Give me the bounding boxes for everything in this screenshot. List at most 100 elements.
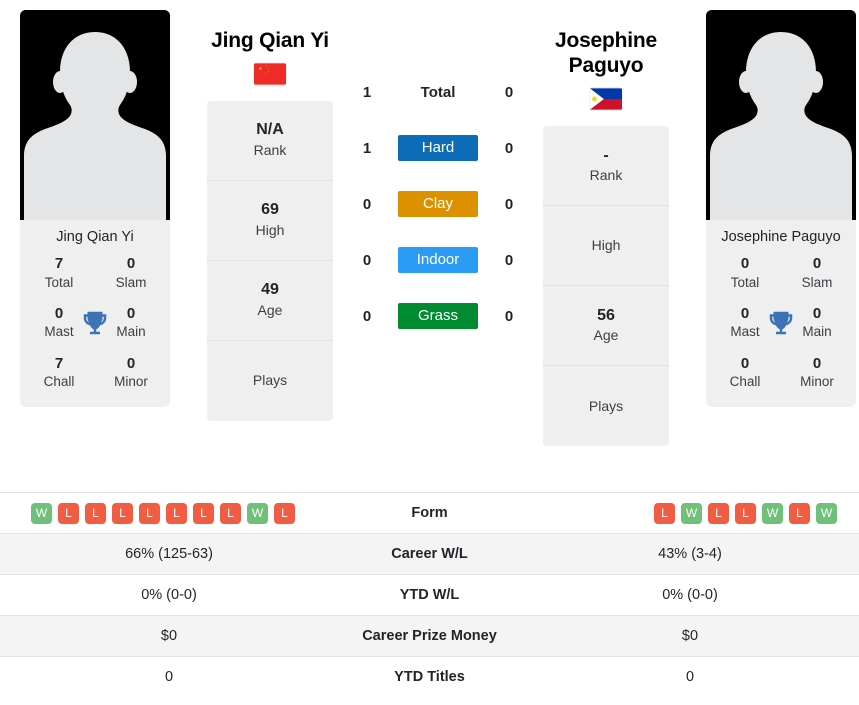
form-badge-loss[interactable]: L: [112, 502, 133, 524]
right-main-label: Main: [802, 324, 832, 340]
h2h-total-label: Total: [420, 83, 456, 101]
h2h-row-grass: 0 Grass 0: [352, 288, 524, 344]
right-main-titles: 0 Main: [788, 304, 846, 342]
left-age-label: Age: [257, 302, 283, 319]
right-player-summary: Josephine Paguyo - Rank High 56 Age Play…: [536, 10, 676, 447]
form-badge-loss[interactable]: L: [220, 502, 241, 524]
left-attr-age: 49 Age: [207, 261, 333, 342]
left-main-titles: 0 Main: [102, 304, 160, 342]
right-player-photo: [706, 10, 856, 220]
left-attributes-panel: N/A Rank 69 High 49 Age Plays: [207, 101, 333, 422]
right-attr-age: 56 Age: [543, 286, 669, 367]
table-row-career-prize-money: $0 Career Prize Money $0: [0, 615, 859, 657]
h2h-clay-left: 0: [362, 195, 372, 213]
left-rank-value: N/A: [256, 121, 284, 139]
left-career-prize-money: $0: [160, 628, 178, 644]
left-ytd-titles: 0: [164, 669, 174, 686]
china-flag: [254, 63, 286, 85]
right-slam-value: 0: [812, 255, 822, 273]
surface-badge-indoor[interactable]: Indoor: [398, 246, 478, 274]
table-row-ytd-wl: 0% (0-0) YTD W/L 0% (0-0): [0, 574, 859, 616]
right-player-card[interactable]: Josephine Paguyo 0 Total 0 Slam 0 Mast 0…: [706, 10, 856, 408]
right-chall-titles: 0 Chall: [716, 354, 774, 392]
h2h-total-label-wrap: Total: [386, 84, 490, 101]
h2h-indoor-right: 0: [504, 251, 514, 269]
form-badge-loss[interactable]: L: [85, 502, 106, 524]
form-badge-loss[interactable]: L: [789, 502, 810, 524]
left-player-card[interactable]: Jing Qian Yi 7 Total 0 Slam 0 Mast 0 Mai…: [20, 10, 170, 408]
form-badge-loss[interactable]: L: [166, 502, 187, 524]
h2h-grass-right: 0: [504, 307, 514, 325]
form-badge-win[interactable]: W: [681, 502, 702, 524]
left-attr-rank: N/A Rank: [207, 101, 333, 182]
right-slam-titles: 0 Slam: [788, 254, 846, 292]
philippines-flag: [590, 88, 622, 111]
right-career-wl: 43% (3-4): [658, 546, 722, 562]
surface-badge-grass[interactable]: Grass: [398, 302, 478, 330]
table-row-career-wl: 66% (125-63) Career W/L 43% (3-4): [0, 533, 859, 575]
left-player-name: Jing Qian Yi: [211, 29, 329, 52]
right-career-prize-money: $0: [681, 628, 699, 644]
titles-row-chall-minor: 7 Chall 0 Minor: [30, 354, 160, 392]
titles-row-total-slam: 0 Total 0 Slam: [716, 254, 846, 292]
head-to-head-column: 1 Total 0 1 Hard 0 0 Clay 0 0 Indoor 0 0…: [352, 10, 524, 344]
form-badge-loss[interactable]: L: [193, 502, 214, 524]
right-age-value: 56: [597, 306, 615, 324]
h2h-hard-left: 1: [362, 139, 372, 157]
right-rank-label: Rank: [589, 167, 623, 184]
right-chall-value: 0: [740, 354, 750, 372]
left-player-summary: Jing Qian Yi N/A Rank 69 High 49 Age Pla…: [200, 10, 340, 422]
titles-row-chall-minor: 0 Chall 0 Minor: [716, 354, 846, 392]
h2h-hard-label-wrap: Hard: [386, 134, 490, 162]
form-badge-win[interactable]: W: [247, 502, 268, 524]
form-badge-loss[interactable]: L: [139, 502, 160, 524]
left-ytd-wl: 0% (0-0): [141, 587, 197, 603]
h2h-hard-right: 0: [504, 139, 514, 157]
right-attr-plays: Plays: [543, 366, 669, 446]
form-badge-loss[interactable]: L: [274, 502, 295, 524]
right-attributes-panel: - Rank High 56 Age Plays: [543, 126, 669, 447]
left-chall-label: Chall: [43, 374, 75, 390]
h2h-grass-label-wrap: Grass: [386, 302, 490, 330]
h2h-row-total: 1 Total 0: [352, 64, 524, 120]
form-badge-loss[interactable]: L: [654, 502, 675, 524]
h2h-grass-left: 0: [362, 307, 372, 325]
table-row-ytd-titles: 0 YTD Titles 0: [0, 656, 859, 698]
trophy-icon: [766, 308, 796, 338]
form-badge-loss[interactable]: L: [735, 502, 756, 524]
right-high-label: High: [591, 237, 621, 254]
surface-badge-clay[interactable]: Clay: [398, 190, 478, 218]
comparison-stats-table: WLLLLLLLWL Form LWLLWLW 66% (125-63) Car…: [0, 492, 859, 698]
table-row-form: WLLLLLLLWL Form LWLLWLW: [0, 492, 859, 534]
form-badge-loss[interactable]: L: [58, 502, 79, 524]
left-plays-label: Plays: [252, 372, 288, 389]
right-form-cell: LWLLWLW: [521, 493, 859, 534]
left-age-value: 49: [261, 281, 279, 299]
right-ytd-titles: 0: [685, 669, 695, 686]
right-attr-high: High: [543, 206, 669, 287]
right-attr-rank: - Rank: [543, 126, 669, 207]
right-age-label: Age: [593, 327, 619, 344]
h2h-total-left: 1: [362, 83, 372, 101]
right-player-name: Josephine Paguyo: [554, 29, 658, 78]
right-ytd-wl: 0% (0-0): [662, 587, 718, 603]
left-minor-titles: 0 Minor: [102, 354, 160, 392]
row-label-ytd-titles: YTD Titles: [394, 669, 465, 686]
form-badge-loss[interactable]: L: [708, 502, 729, 524]
right-slam-label: Slam: [801, 274, 833, 290]
form-badge-win[interactable]: W: [762, 502, 783, 524]
right-total-label: Total: [730, 274, 760, 290]
left-rank-label: Rank: [253, 142, 287, 159]
right-total-titles: 0 Total: [716, 254, 774, 292]
surface-badge-hard[interactable]: Hard: [398, 134, 478, 162]
form-badge-win[interactable]: W: [31, 502, 52, 524]
player-comparison-page: Jing Qian Yi 7 Total 0 Slam 0 Mast 0 Mai…: [0, 0, 859, 705]
h2h-indoor-label-wrap: Indoor: [386, 246, 490, 274]
h2h-total-right: 0: [504, 83, 514, 101]
comparison-header: Jing Qian Yi 7 Total 0 Slam 0 Mast 0 Mai…: [0, 0, 859, 492]
right-plays-label: Plays: [588, 397, 624, 414]
h2h-clay-label-wrap: Clay: [386, 190, 490, 218]
form-badge-win[interactable]: W: [816, 502, 837, 524]
row-label-ytd-wl: YTD W/L: [399, 587, 460, 603]
right-total-value: 0: [740, 255, 750, 273]
